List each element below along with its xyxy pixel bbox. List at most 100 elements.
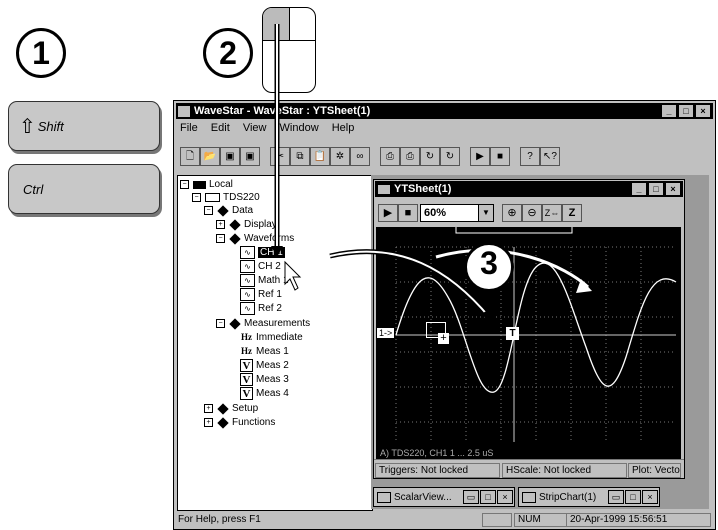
plot-status: Plot: Vecto xyxy=(628,463,681,478)
maximize-button[interactable]: □ xyxy=(625,490,641,504)
run-icon[interactable]: ▶ xyxy=(470,147,490,166)
context-help-icon[interactable]: ↖? xyxy=(540,147,560,166)
menu-file[interactable]: File xyxy=(180,122,198,134)
tree-item-measurements[interactable]: − Measurements xyxy=(216,317,310,330)
zoom-fit-icon[interactable]: Z⇔ xyxy=(542,204,562,222)
tree-item-ch2[interactable]: ∿ CH 2 xyxy=(240,260,281,273)
step-2-badge: 2 xyxy=(203,28,253,78)
tree-item-meas1[interactable]: Hz Meas 1 xyxy=(240,345,289,358)
ytsheet-minimize-button[interactable]: _ xyxy=(631,182,647,196)
menu-edit[interactable]: Edit xyxy=(211,122,230,134)
ctrl-key-label: Ctrl xyxy=(23,181,44,197)
chevron-down-icon[interactable]: ▼ xyxy=(478,205,493,221)
open-icon[interactable]: 📂 xyxy=(200,147,220,166)
expand-icon[interactable]: + xyxy=(204,404,213,413)
tree-item-functions[interactable]: + Functions xyxy=(204,416,275,429)
tree-item-local[interactable]: − Local xyxy=(180,178,233,191)
shift-arrow-icon: ⇧ xyxy=(19,115,36,138)
collapse-icon[interactable]: − xyxy=(216,319,225,328)
play-button[interactable]: ▶ xyxy=(378,204,398,222)
save-all-icon[interactable]: ▣ xyxy=(240,147,260,166)
title-bar: WaveStar - WaveStar : YTSheet(1) _ □ × xyxy=(176,103,713,119)
print-preview-icon[interactable]: ⎙ xyxy=(400,147,420,166)
scalarview-minimized[interactable]: ScalarView... ▭ □ × xyxy=(373,487,515,507)
volt-icon: V xyxy=(240,373,253,386)
close-button[interactable]: × xyxy=(497,490,513,504)
computer-icon xyxy=(193,180,206,189)
ytsheet-close-button[interactable]: × xyxy=(665,182,681,196)
help-icon[interactable]: ? xyxy=(520,147,540,166)
status-timestamp: 20-Apr-1999 15:56:51 xyxy=(566,513,711,527)
collapse-icon[interactable]: − xyxy=(192,193,201,202)
stop-button[interactable]: ■ xyxy=(398,204,418,222)
num-lock-indicator: NUM xyxy=(514,513,567,527)
zoom-box-icon[interactable]: Z xyxy=(562,204,582,222)
menu-help[interactable]: Help xyxy=(332,122,355,134)
volt-icon: V xyxy=(240,359,253,372)
restore-button[interactable]: ▭ xyxy=(608,490,624,504)
channel-marker[interactable]: 1-> xyxy=(377,328,395,338)
tree-item-waveforms[interactable]: − Waveforms xyxy=(216,232,294,245)
minimize-button[interactable]: _ xyxy=(661,104,677,118)
step-1-badge: 1 xyxy=(16,28,66,78)
print-icon[interactable]: ⎙ xyxy=(380,147,400,166)
tree-item-data[interactable]: − Data xyxy=(204,204,253,217)
tree-item-ref1[interactable]: ∿ Ref 1 xyxy=(240,288,282,301)
scope-grid xyxy=(395,246,676,442)
shift-key: ⇧ Shift xyxy=(8,101,160,151)
tree-item-display[interactable]: + Display xyxy=(216,218,277,231)
tree-item-immediate[interactable]: Hz Immediate xyxy=(240,331,303,344)
stop-icon[interactable]: ■ xyxy=(490,147,510,166)
zoom-in-icon[interactable]: ⊕ xyxy=(502,204,522,222)
ytsheet-maximize-button[interactable]: □ xyxy=(648,182,664,196)
maximize-button[interactable]: □ xyxy=(678,104,694,118)
new-icon[interactable]: 🗋 xyxy=(180,147,200,166)
hertz-icon: Hz xyxy=(241,332,252,342)
waveform-plot xyxy=(395,227,677,442)
collapse-icon[interactable]: − xyxy=(204,206,213,215)
oscilloscope-display[interactable]: 3 1-> T + A) TDS220, CH1 1 ... 2.5 uS xyxy=(376,227,681,465)
tree-item-ch1[interactable]: ∿ CH 1 xyxy=(240,246,285,259)
tree-item-meas4[interactable]: V Meas 4 xyxy=(240,387,289,400)
paste-icon[interactable]: 📋 xyxy=(310,147,330,166)
wavestar-window: WaveStar - WaveStar : YTSheet(1) _ □ × F… xyxy=(173,100,716,530)
connect-icon[interactable]: ✲ xyxy=(330,147,350,166)
tree-item-meas2[interactable]: V Meas 2 xyxy=(240,359,289,372)
stripchart-minimized[interactable]: StripChart(1) ▭ □ × xyxy=(518,487,660,507)
tree-item-meas3[interactable]: V Meas 3 xyxy=(240,373,289,386)
close-button[interactable]: × xyxy=(695,104,711,118)
tree-item-setup[interactable]: + Setup xyxy=(204,402,258,415)
collapse-icon[interactable]: − xyxy=(216,234,225,243)
mouse-right-button-icon xyxy=(289,8,315,41)
status-empty-pane xyxy=(482,513,512,527)
waveform-icon: ∿ xyxy=(240,288,255,301)
expand-icon[interactable]: + xyxy=(204,418,213,427)
refresh-all-icon[interactable]: ↻ xyxy=(440,147,460,166)
menu-view[interactable]: View xyxy=(243,122,267,134)
triggers-status: Triggers: Not locked xyxy=(375,463,500,478)
zoom-select[interactable]: 60% ▼ xyxy=(420,204,494,222)
device-tree: − Local − TDS220 − Data + Display − Waveforms… xyxy=(177,175,373,511)
tree-item-math1[interactable]: ∿ Math 1 xyxy=(240,274,289,287)
collapse-icon[interactable]: − xyxy=(180,180,189,189)
expand-icon[interactable]: + xyxy=(216,220,225,229)
menu-window[interactable]: Window xyxy=(280,122,319,134)
trigger-marker[interactable]: T xyxy=(506,327,519,340)
window-icon xyxy=(522,491,536,503)
app-icon xyxy=(178,105,190,117)
menu-bar: File Edit View Window Help xyxy=(180,122,364,134)
restore-button[interactable]: ▭ xyxy=(463,490,479,504)
save-icon[interactable]: ▣ xyxy=(220,147,240,166)
maximize-button[interactable]: □ xyxy=(480,490,496,504)
tree-item-tds220[interactable]: − TDS220 xyxy=(192,191,260,204)
step-3-label: 3 xyxy=(480,245,498,281)
cut-icon[interactable]: ✂ xyxy=(270,147,290,166)
zoom-out-icon[interactable]: ⊖ xyxy=(522,204,542,222)
ctrl-key: Ctrl xyxy=(8,164,160,214)
link-icon[interactable]: ∞ xyxy=(350,147,370,166)
volt-icon: V xyxy=(240,387,253,400)
copy-icon[interactable]: ⧉ xyxy=(290,147,310,166)
refresh-icon[interactable]: ↻ xyxy=(420,147,440,166)
tree-item-ref2[interactable]: ∿ Ref 2 xyxy=(240,302,282,315)
close-button[interactable]: × xyxy=(642,490,658,504)
